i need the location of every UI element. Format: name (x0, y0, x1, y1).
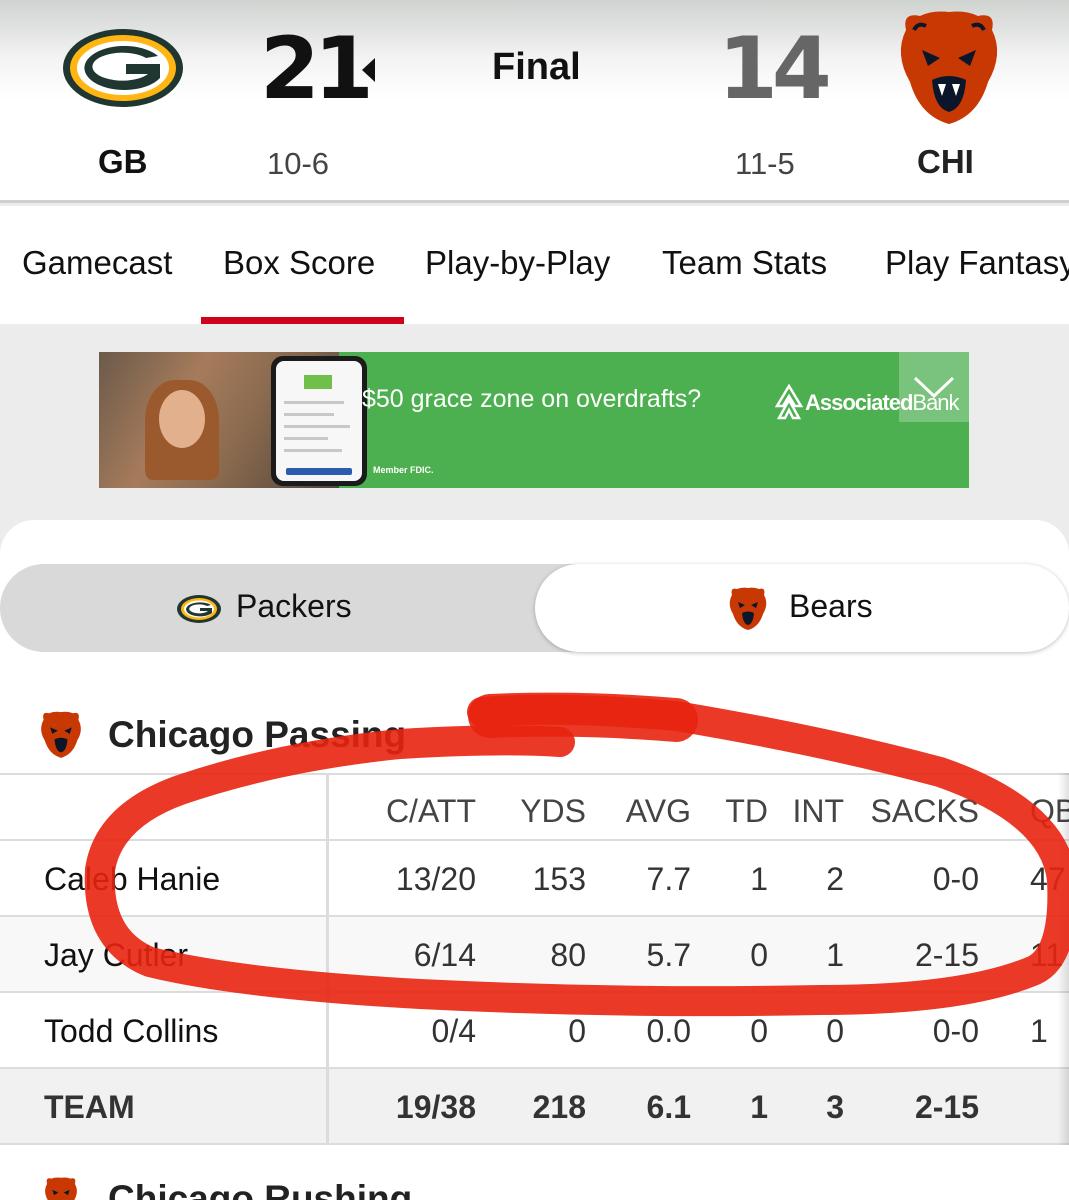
cell-int: 1 (826, 937, 844, 973)
player-name-link[interactable]: Caleb Hanie (44, 861, 220, 898)
cell-sacks: 2-15 (914, 1089, 979, 1125)
bears-logo-icon (41, 711, 81, 758)
game-tab-bar: Gamecast Box Score Play-by-Play Team Sta… (0, 206, 1069, 324)
packers-logo-icon (177, 595, 221, 623)
table-row: Todd Collins 0/4 0 0.0 0 0 0-0 1 (0, 993, 1069, 1069)
away-team-record: 11-5 (735, 146, 795, 181)
associated-bank-logo-icon (775, 384, 803, 420)
cell-td: 0 (750, 1013, 768, 1049)
home-team-abbr: GB (98, 143, 148, 180)
table-row: Caleb Hanie 13/20 153 7.7 1 2 0-0 47 (0, 841, 1069, 917)
cell-td: 1 (750, 1089, 768, 1125)
ad-banner[interactable]: Member FDIC. $50 grace zone on overdraft… (99, 352, 969, 488)
tab-box-score[interactable]: Box Score (223, 244, 375, 282)
ad-close-button[interactable] (899, 352, 969, 422)
column-divider (326, 773, 329, 1145)
col-header-int[interactable]: INT (792, 793, 844, 830)
cell-avg: 6.1 (646, 1089, 691, 1125)
tab-team-stats[interactable]: Team Stats (662, 244, 827, 282)
packers-logo-icon[interactable] (62, 28, 184, 108)
player-name-link[interactable]: Jay Cutler (44, 937, 188, 974)
cell-catt: 0/4 (431, 1013, 476, 1049)
cell-catt: 19/38 (395, 1089, 476, 1125)
ad-headline: $50 grace zone on overdrafts? (362, 385, 702, 413)
ad-disclaimer: Member FDIC. (373, 465, 434, 475)
col-header-catt[interactable]: C/ATT (386, 793, 476, 830)
bears-logo-icon[interactable] (888, 8, 1010, 128)
cell-int: 2 (826, 861, 844, 897)
cell-catt: 13/20 (395, 861, 476, 897)
bears-logo-icon (729, 587, 767, 630)
tab-play-by-play[interactable]: Play-by-Play (425, 244, 610, 282)
tab-gamecast[interactable]: Gamecast (22, 244, 172, 282)
chevron-down-icon (913, 376, 955, 399)
cell-avg: 0.0 (646, 1013, 691, 1049)
toggle-bears-label: Bears (789, 588, 873, 624)
cell-yds: 80 (550, 937, 586, 973)
cell-sacks: 0-0 (932, 1013, 979, 1049)
cell-sacks: 0-0 (932, 861, 979, 897)
game-status: Final (492, 46, 581, 88)
table-row: Jay Cutler 6/14 80 5.7 0 1 2-15 11 (0, 917, 1069, 993)
toggle-bears[interactable]: Bears (535, 564, 1069, 652)
col-header-yds[interactable]: YDS (520, 793, 586, 830)
cell-yds: 0 (568, 1013, 586, 1049)
box-score-card: Packers Bears Chicago Passing C/ATT YDS … (0, 520, 1069, 1200)
cell-catt: 6/14 (413, 937, 476, 973)
cell-td: 0 (750, 937, 768, 973)
winner-arrow-icon (362, 58, 375, 82)
scoreboard: GB 21 10-6 Final 14 11-5 CHI (0, 0, 1069, 203)
team-total-row: TEAM 19/38 218 6.1 1 3 2-15 (0, 1069, 1069, 1145)
section-title: Chicago Passing (108, 714, 407, 755)
cell-int: 3 (826, 1089, 844, 1125)
cell-avg: 5.7 (646, 937, 691, 973)
bears-logo-icon (45, 1177, 77, 1200)
away-team-score: 14 (718, 19, 832, 119)
next-section-title: Chicago Rushing (108, 1178, 413, 1200)
col-header-sacks[interactable]: SACKS (871, 793, 979, 830)
table-header-row: C/ATT YDS AVG TD INT SACKS QB (0, 773, 1069, 841)
col-header-avg[interactable]: AVG (626, 793, 691, 830)
horizontal-scroll-shadow (1058, 773, 1069, 1145)
ad-brand-primary: Associated (805, 390, 913, 415)
tab-play-fantasy[interactable]: Play Fantasy (885, 244, 1069, 282)
cell-qbr: 1 (1030, 1013, 1048, 1049)
cell-avg: 7.7 (646, 861, 691, 897)
cell-yds: 218 (532, 1089, 586, 1125)
ad-phone-image (271, 356, 367, 486)
toggle-packers-label: Packers (236, 588, 352, 624)
toggle-packers[interactable]: Packers (0, 564, 534, 652)
home-team-score: 21 (260, 19, 374, 119)
team-toggle: Packers Bears (0, 564, 1069, 652)
team-total-label: TEAM (44, 1089, 135, 1125)
cell-int: 0 (826, 1013, 844, 1049)
cell-td: 1 (750, 861, 768, 897)
player-name-link[interactable]: Todd Collins (44, 1013, 218, 1050)
home-team-record: 10-6 (267, 146, 330, 181)
cell-sacks: 2-15 (914, 937, 979, 973)
col-header-td[interactable]: TD (725, 793, 768, 830)
away-team-abbr: CHI (917, 143, 974, 180)
cell-yds: 153 (532, 861, 586, 897)
active-tab-indicator (201, 317, 404, 324)
